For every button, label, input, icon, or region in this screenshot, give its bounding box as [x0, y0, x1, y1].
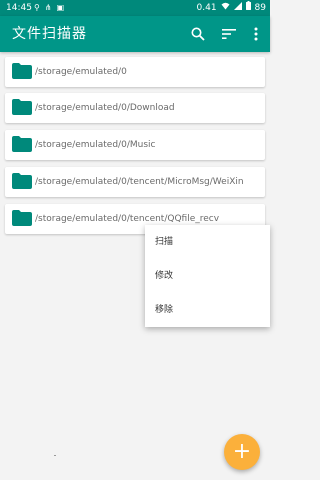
folder-row[interactable]: /storage/emulated/0: [5, 57, 265, 87]
battery-icon: [245, 0, 251, 16]
share-icon: ⋔: [44, 3, 52, 12]
folder-path: /storage/emulated/0/Music: [35, 140, 156, 150]
status-bar: 14:45 ⚲ ⋔ ▣ 0.41 89: [0, 0, 270, 16]
menu-item-edit[interactable]: 修改: [155, 259, 265, 293]
wifi-icon: [221, 0, 230, 16]
folder-path: /storage/emulated/0/Download: [35, 103, 175, 113]
more-vert-icon[interactable]: [246, 24, 266, 44]
folder-icon: [12, 99, 32, 115]
folder-path: /storage/emulated/0: [35, 67, 127, 77]
context-menu: 扫描 修改 移除: [145, 225, 270, 327]
folder-row[interactable]: /storage/emulated/0/tencent/MicroMsg/Wei…: [5, 167, 265, 197]
status-icons: ⚲ ⋔ ▣: [34, 0, 64, 16]
status-time: 14:45: [6, 3, 32, 13]
status-right: 0.41 89: [196, 0, 266, 16]
add-button[interactable]: +: [224, 434, 260, 470]
folder-icon: [12, 136, 32, 152]
folder-icon: [12, 210, 32, 226]
battery-level: 89: [254, 3, 266, 13]
folder-path: /storage/emulated/0/tencent/MicroMsg/Wei…: [35, 177, 244, 187]
network-speed: 0.41: [196, 3, 217, 13]
divider-dot: [54, 455, 56, 456]
menu-item-scan[interactable]: 扫描: [155, 225, 265, 259]
menu-item-remove[interactable]: 移除: [155, 293, 265, 327]
folder-icon: [12, 63, 32, 79]
page-title: 文件扫描器: [12, 26, 87, 42]
usb-icon: ⚲: [34, 3, 40, 12]
image-icon: ▣: [56, 3, 65, 12]
app-bar: 文件扫描器: [0, 16, 270, 52]
search-icon[interactable]: [188, 24, 208, 44]
sort-icon[interactable]: [219, 24, 239, 44]
folder-row[interactable]: /storage/emulated/0/Music: [5, 130, 265, 160]
folder-icon: [12, 173, 32, 189]
folder-row[interactable]: /storage/emulated/0/Download: [5, 93, 265, 123]
signal-icon: [233, 0, 242, 16]
